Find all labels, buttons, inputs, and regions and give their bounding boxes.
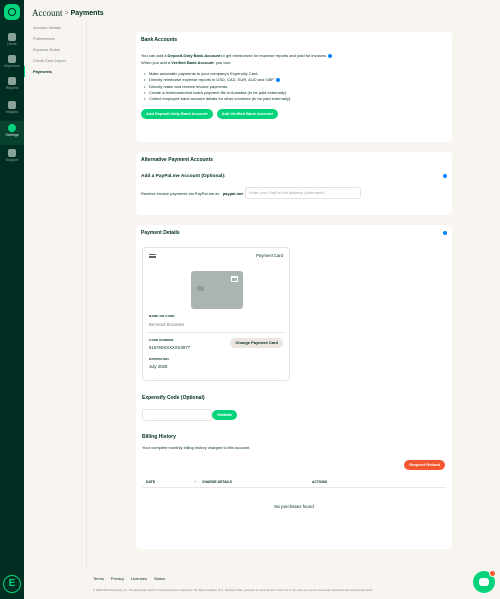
bank-intro-line-2: When you add a Verified Bank Account, yo…	[141, 60, 231, 65]
validate-button[interactable]: Validate	[212, 410, 238, 420]
paypal-username-input[interactable]: enter your PayPal.me address (username)	[245, 187, 362, 199]
chat-icon	[8, 149, 16, 157]
add-deposit-only-bank-account-button[interactable]: Add Deposit-Only Bank Account	[141, 109, 213, 120]
paypal-prefix: paypal.me/	[222, 190, 244, 196]
nav-item-insights[interactable]: Insights	[0, 98, 24, 122]
nav-item-reports[interactable]: Reports	[0, 74, 24, 98]
nav-item-support[interactable]: Support	[0, 146, 24, 170]
name-on-card-value: Bertrand Bruandet	[149, 322, 185, 327]
nav-label: Insights	[5, 110, 19, 114]
empty-state-message: No purchases found	[274, 504, 314, 509]
change-payment-card-button[interactable]: Change Payment Card	[230, 338, 283, 348]
nav-label: Home	[7, 42, 17, 46]
nav-item-expenses[interactable]: Expenses	[0, 52, 24, 76]
expiration-value: July 2029	[149, 364, 168, 369]
chat-button[interactable]	[473, 570, 496, 593]
section-title: Payment Details	[141, 230, 180, 236]
payment-card-title: Payment Card	[256, 253, 283, 258]
page-title: Payments	[70, 9, 104, 17]
billing-history-title: Billing History	[142, 434, 176, 440]
column-header-actions: ACTIONS	[312, 480, 328, 484]
card-number-value: 516760XXXXXX3977	[149, 345, 191, 350]
receipt-icon	[8, 55, 16, 63]
card-number-label: CARD NUMBER	[149, 338, 174, 342]
lightbulb-icon	[8, 101, 16, 109]
section-title: Alternative Payment Accounts	[141, 157, 214, 163]
expensify-code-input[interactable]	[142, 409, 212, 421]
nav-label: Support	[5, 158, 19, 162]
bank-accounts-section: Bank Accounts You can add a Deposit-Only…	[136, 32, 452, 142]
paypal-subtitle: Add a PayPal.me Account (Optional):	[141, 174, 226, 179]
list-item: Collect employee bank account details fo…	[141, 96, 447, 103]
section-title: Bank Accounts	[141, 37, 178, 43]
info-icon[interactable]	[275, 78, 280, 83]
footer-link-privacy[interactable]: Privacy	[111, 576, 124, 581]
footer-legal-text: © 2008-2024 Expensify, Inc. The Expensif…	[93, 588, 374, 592]
expensify-logo-icon[interactable]	[4, 4, 20, 20]
bank-icon	[231, 276, 238, 282]
alternative-payment-section: Alternative Payment Accounts Add a PayPa…	[136, 152, 452, 215]
footer-links: Terms Privacy Licenses Status	[93, 576, 165, 581]
column-header-charge-details: CHARGE DETAILS	[202, 480, 232, 484]
nav-item-settings[interactable]: Settings	[0, 121, 24, 145]
footer-link-licenses[interactable]: Licenses	[131, 576, 147, 581]
info-icon[interactable]	[328, 53, 333, 58]
home-icon	[8, 33, 16, 41]
footer-link-status[interactable]: Status	[154, 576, 165, 581]
submenu-item-credit-card-import[interactable]: Credit Card Import	[24, 55, 86, 66]
info-icon[interactable]	[443, 231, 447, 235]
submenu-item-preferences[interactable]: Preferences	[24, 33, 86, 44]
divider	[142, 487, 446, 488]
submenu-item-expense-rules[interactable]: Expense Rules	[24, 44, 86, 55]
expiration-label: EXPIRATION	[149, 357, 169, 361]
nav-label: Expenses	[4, 64, 20, 68]
payment-card-panel: Payment Card NAME ON CARD Bertrand Bruan…	[142, 247, 290, 381]
divider	[148, 332, 284, 333]
breadcrumb: Account > Payments	[32, 6, 104, 20]
payment-details-section: Payment Details Payment Card NAME ON CAR…	[136, 225, 452, 549]
submenu-item-payments[interactable]: Payments	[24, 66, 86, 77]
column-header-date[interactable]: DATE	[146, 480, 155, 484]
billing-history-description: Your complete monthly billing history ch…	[142, 445, 251, 450]
divider	[86, 22, 87, 570]
footer-link-terms[interactable]: Terms	[93, 576, 104, 581]
breadcrumb-account[interactable]: Account	[32, 8, 63, 18]
left-nav-rail: Home Expenses Reports Insights Settings …	[0, 0, 24, 599]
bank-benefits-list: Make automatic payments to your company'…	[141, 71, 447, 103]
paypal-label: Receive invoice payments via PayPal.me a…	[141, 190, 220, 196]
notification-badge	[489, 570, 496, 577]
menu-icon[interactable]	[149, 254, 156, 258]
nav-label: Reports	[5, 86, 19, 90]
add-verified-bank-account-button[interactable]: Add Verified Bank Account	[216, 109, 278, 120]
gear-icon	[8, 124, 16, 132]
info-icon[interactable]	[443, 174, 447, 178]
document-icon	[8, 77, 16, 85]
nav-item-home[interactable]: Home	[0, 30, 24, 54]
breadcrumb-separator: >	[64, 9, 69, 17]
bank-intro-line-1: You can add a Deposit-Only Bank Account …	[141, 52, 447, 59]
settings-submenu: Account Details Preferences Expense Rule…	[24, 22, 86, 77]
credit-card-image	[191, 271, 243, 309]
chat-bubble-icon	[479, 578, 489, 586]
name-on-card-label: NAME ON CARD	[149, 314, 175, 318]
sort-chevron-icon[interactable]: ⌄	[194, 479, 197, 483]
card-chip-icon	[197, 286, 204, 291]
expensify-code-title: Expensify Code (Optional)	[142, 395, 205, 401]
request-refund-button[interactable]: Request Refund	[404, 460, 445, 470]
submenu-item-account-details[interactable]: Account Details	[24, 22, 86, 33]
nav-label: Settings	[5, 133, 19, 137]
expensify-e-logo-icon[interactable]: E	[3, 575, 21, 593]
